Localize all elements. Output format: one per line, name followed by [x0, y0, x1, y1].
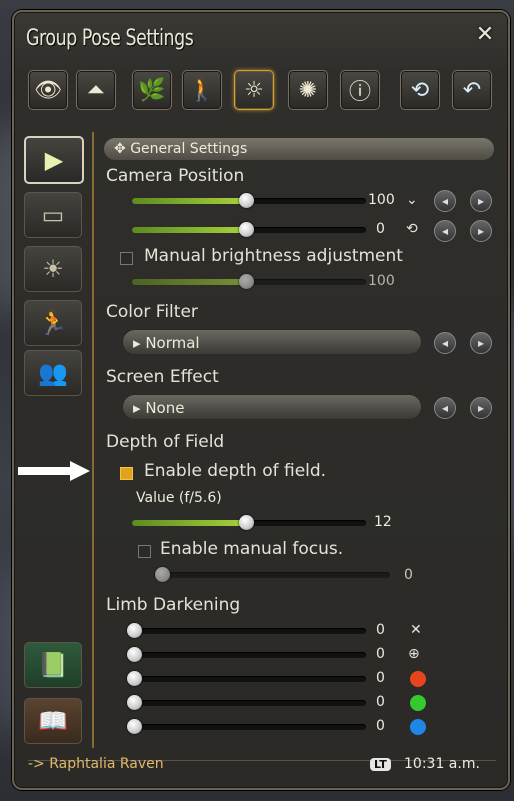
increase-button-2[interactable]: ▸ [470, 220, 492, 242]
section-expand-icon: ✥ [114, 141, 131, 157]
close-icon[interactable]: ✕ [472, 22, 498, 48]
camera-slider-1-value: 100 [368, 192, 395, 208]
manual-brightness-checkbox[interactable] [120, 252, 133, 265]
slider-knob[interactable] [239, 274, 254, 289]
guide-book-icon[interactable]: 📗 [24, 642, 82, 688]
dof-slider[interactable] [132, 515, 366, 530]
red-dot-icon [410, 671, 426, 687]
dof-value: 12 [374, 514, 392, 530]
ring-icon: ⊕ [408, 646, 420, 662]
pointer-arrow-icon [18, 461, 90, 481]
color-filter-label: Color Filter [106, 302, 198, 322]
running-figure-icon[interactable]: 🏃 [24, 300, 82, 346]
player-name: -> Raphtalia Raven [28, 756, 164, 772]
window-title: Group Pose Settings [26, 26, 194, 51]
dof-value-label: Value (f/5.6) [136, 490, 222, 506]
tree-icon[interactable]: 🌿 [132, 70, 172, 110]
color-filter-dropdown[interactable]: ▸ Normal [122, 329, 422, 355]
limb-value-2: 0 [376, 646, 385, 662]
wave-icon: ⌄ [406, 192, 418, 208]
color-filter-next-button[interactable]: ▸ [470, 332, 492, 354]
undo-icon[interactable]: ↶ [452, 70, 492, 110]
camera-position-label: Camera Position [106, 166, 245, 186]
lamp-icon[interactable]: ⏶ [76, 70, 116, 110]
limb-darkening-label: Limb Darkening [106, 595, 241, 615]
screen-effect-dropdown[interactable]: ▸ None [122, 394, 422, 420]
sidebar: ▶ ▭ ☀ 🏃 👥 📗 📖 [24, 132, 88, 772]
blue-dot-icon [410, 719, 426, 735]
clock-icon[interactable]: ☼ [234, 70, 274, 110]
limb-value-1: 0 [376, 622, 385, 638]
decrease-button-2[interactable]: ◂ [434, 220, 456, 242]
limb-value-3: 0 [376, 670, 385, 686]
dropdown-arrow-icon: ▸ [133, 399, 146, 417]
slider-knob[interactable] [239, 515, 254, 530]
green-dot-icon [410, 695, 426, 711]
camera-settings-icon[interactable]: ▶ [24, 136, 84, 184]
light-icon[interactable]: ☀ [24, 246, 82, 292]
slider-fill [132, 227, 246, 233]
screen-effect-selected: None [145, 399, 185, 417]
decrease-button-1[interactable]: ◂ [434, 190, 456, 212]
enable-dof-label: Enable depth of field. [144, 461, 327, 481]
slider-knob[interactable] [239, 193, 254, 208]
limb-value-5: 0 [376, 718, 385, 734]
limb-slider-3[interactable] [127, 671, 366, 686]
pose-icon[interactable]: 🚶 [182, 70, 222, 110]
limb-slider-2[interactable] [127, 647, 366, 662]
color-filter-prev-button[interactable]: ◂ [434, 332, 456, 354]
brightness-value: 100 [368, 273, 395, 289]
manual-focus-checkbox[interactable] [138, 545, 151, 558]
slider-knob[interactable] [127, 695, 142, 710]
group-pose-settings-window: Group Pose Settings ✕ 👁 ⏶ 🌿 🚶 ☼ ✺ ⓘ ⟲ ↶ … [12, 10, 510, 790]
limb-slider-5[interactable] [127, 719, 366, 734]
manual-focus-label: Enable manual focus. [160, 539, 344, 559]
limb-slider-4[interactable] [127, 695, 366, 710]
screen-effect-next-button[interactable]: ▸ [470, 397, 492, 419]
enable-dof-checkbox[interactable] [120, 467, 133, 480]
slider-knob[interactable] [127, 719, 142, 734]
cross-icon: ✕ [410, 622, 422, 638]
group-figures-icon[interactable]: 👥 [24, 350, 82, 396]
color-filter-selected: Normal [145, 334, 200, 352]
effect-icon[interactable]: ✺ [288, 70, 328, 110]
screen-effect-label: Screen Effect [106, 367, 219, 387]
frame-icon[interactable]: ▭ [24, 192, 82, 238]
rotate-icon: ⟲ [406, 221, 418, 237]
increase-button-1[interactable]: ▸ [470, 190, 492, 212]
dropdown-arrow-icon: ▸ [133, 334, 146, 352]
info-icon[interactable]: ⓘ [340, 70, 380, 110]
eye-icon[interactable]: 👁 [28, 70, 68, 110]
slider-knob[interactable] [127, 623, 142, 638]
sidebar-divider [92, 132, 94, 748]
slider-fill [132, 279, 246, 285]
clock-time: 10:31 a.m. [404, 756, 480, 772]
section-header[interactable]: ✥ General Settings [104, 138, 494, 160]
hand-book-icon[interactable]: 📖 [24, 698, 82, 744]
lt-badge: LT [370, 758, 391, 771]
slider-fill [132, 520, 246, 526]
focus-slider[interactable] [154, 567, 390, 582]
screen-effect-prev-button[interactable]: ◂ [434, 397, 456, 419]
slider-fill [132, 198, 246, 204]
camera-position-slider-1[interactable] [132, 193, 366, 208]
section-title: General Settings [130, 141, 248, 157]
limb-value-4: 0 [376, 694, 385, 710]
slider-knob[interactable] [155, 567, 170, 582]
reset-icon[interactable]: ⟲ [400, 70, 440, 110]
camera-slider-2-value: 0 [376, 221, 385, 237]
limb-slider-1[interactable] [127, 623, 366, 638]
slider-knob[interactable] [127, 647, 142, 662]
manual-brightness-label: Manual brightness adjustment [144, 246, 403, 266]
slider-knob[interactable] [239, 222, 254, 237]
brightness-slider[interactable] [132, 274, 366, 289]
camera-position-slider-2[interactable] [132, 222, 366, 237]
slider-knob[interactable] [127, 671, 142, 686]
focus-value: 0 [404, 567, 413, 583]
depth-of-field-label: Depth of Field [106, 432, 225, 452]
